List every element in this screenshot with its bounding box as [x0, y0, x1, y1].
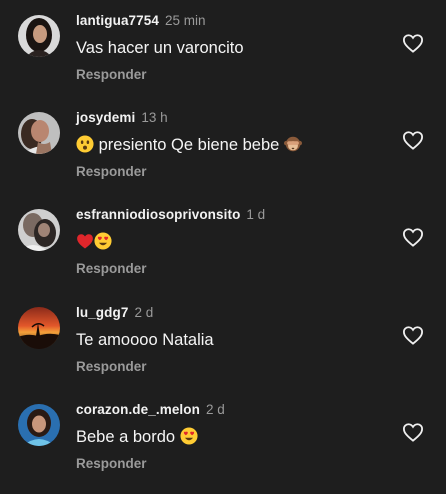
- avatar[interactable]: [18, 404, 60, 446]
- comment-text: [76, 231, 112, 256]
- reply-button[interactable]: Responder: [76, 163, 147, 181]
- reply-button[interactable]: Responder: [76, 455, 147, 473]
- red-heart-emoji: [76, 232, 94, 256]
- avatar[interactable]: [18, 307, 60, 349]
- comment-item: lu_gdg7 2 d Te amoooo Natalia Responder: [0, 300, 446, 397]
- see-no-evil-monkey-emoji: [283, 135, 302, 159]
- comment-text-content: Te amoooo Natalia: [76, 331, 214, 349]
- heart-eyes-emoji: [180, 427, 198, 451]
- comment-item: esfranniodiosoprivonsito 1 d Responder: [0, 202, 446, 299]
- reply-button[interactable]: Responder: [76, 66, 147, 84]
- comment-meta: corazon.de_.melon 2 d: [76, 401, 225, 419]
- avatar[interactable]: [18, 15, 60, 57]
- avatar[interactable]: [18, 112, 60, 154]
- like-heart-icon[interactable]: [402, 422, 424, 442]
- timestamp: 25 min: [164, 13, 206, 28]
- timestamp: 2 d: [205, 402, 225, 417]
- comment-item: corazon.de_.melon 2 d Bebe a bordo Respon…: [0, 397, 446, 494]
- avatar[interactable]: [18, 209, 60, 251]
- hushed-face-emoji: [76, 135, 94, 159]
- comment-meta: esfranniodiosoprivonsito 1 d: [76, 206, 265, 224]
- username[interactable]: lantigua7754: [76, 13, 159, 28]
- comment-text: presiento Qe biene bebe: [76, 134, 302, 159]
- heart-eyes-emoji: [94, 232, 112, 256]
- comment-list: lantigua7754 25 min Vas hacer un varoncit…: [0, 0, 446, 471]
- timestamp: 1 d: [246, 207, 266, 222]
- comment-text-content: presiento Qe biene bebe: [98, 136, 280, 154]
- comment-text-content: Vas hacer un varoncito: [76, 39, 244, 57]
- comment-meta: josydemi 13 h: [76, 109, 168, 127]
- comment-item: josydemi 13 h presiento Qe biene bebe Re…: [0, 105, 446, 202]
- comment-item: lantigua7754 25 min Vas hacer un varoncit…: [0, 8, 446, 105]
- timestamp: 2 d: [134, 305, 154, 320]
- like-heart-icon[interactable]: [402, 33, 424, 53]
- reply-button[interactable]: Responder: [76, 358, 147, 376]
- timestamp: 13 h: [141, 110, 168, 125]
- like-heart-icon[interactable]: [402, 325, 424, 345]
- like-heart-icon[interactable]: [402, 227, 424, 247]
- like-heart-icon[interactable]: [402, 130, 424, 150]
- comment-text: Bebe a bordo: [76, 426, 198, 451]
- comment-text: Vas hacer un varoncito: [76, 37, 244, 59]
- username[interactable]: corazon.de_.melon: [76, 402, 200, 417]
- username[interactable]: josydemi: [76, 110, 135, 125]
- comment-text: Te amoooo Natalia: [76, 329, 214, 351]
- comment-text-content: Bebe a bordo: [76, 428, 176, 446]
- comment-meta: lantigua7754 25 min: [76, 12, 206, 30]
- username[interactable]: lu_gdg7: [76, 305, 128, 320]
- reply-button[interactable]: Responder: [76, 260, 147, 278]
- comment-meta: lu_gdg7 2 d: [76, 304, 153, 322]
- username[interactable]: esfranniodiosoprivonsito: [76, 207, 240, 222]
